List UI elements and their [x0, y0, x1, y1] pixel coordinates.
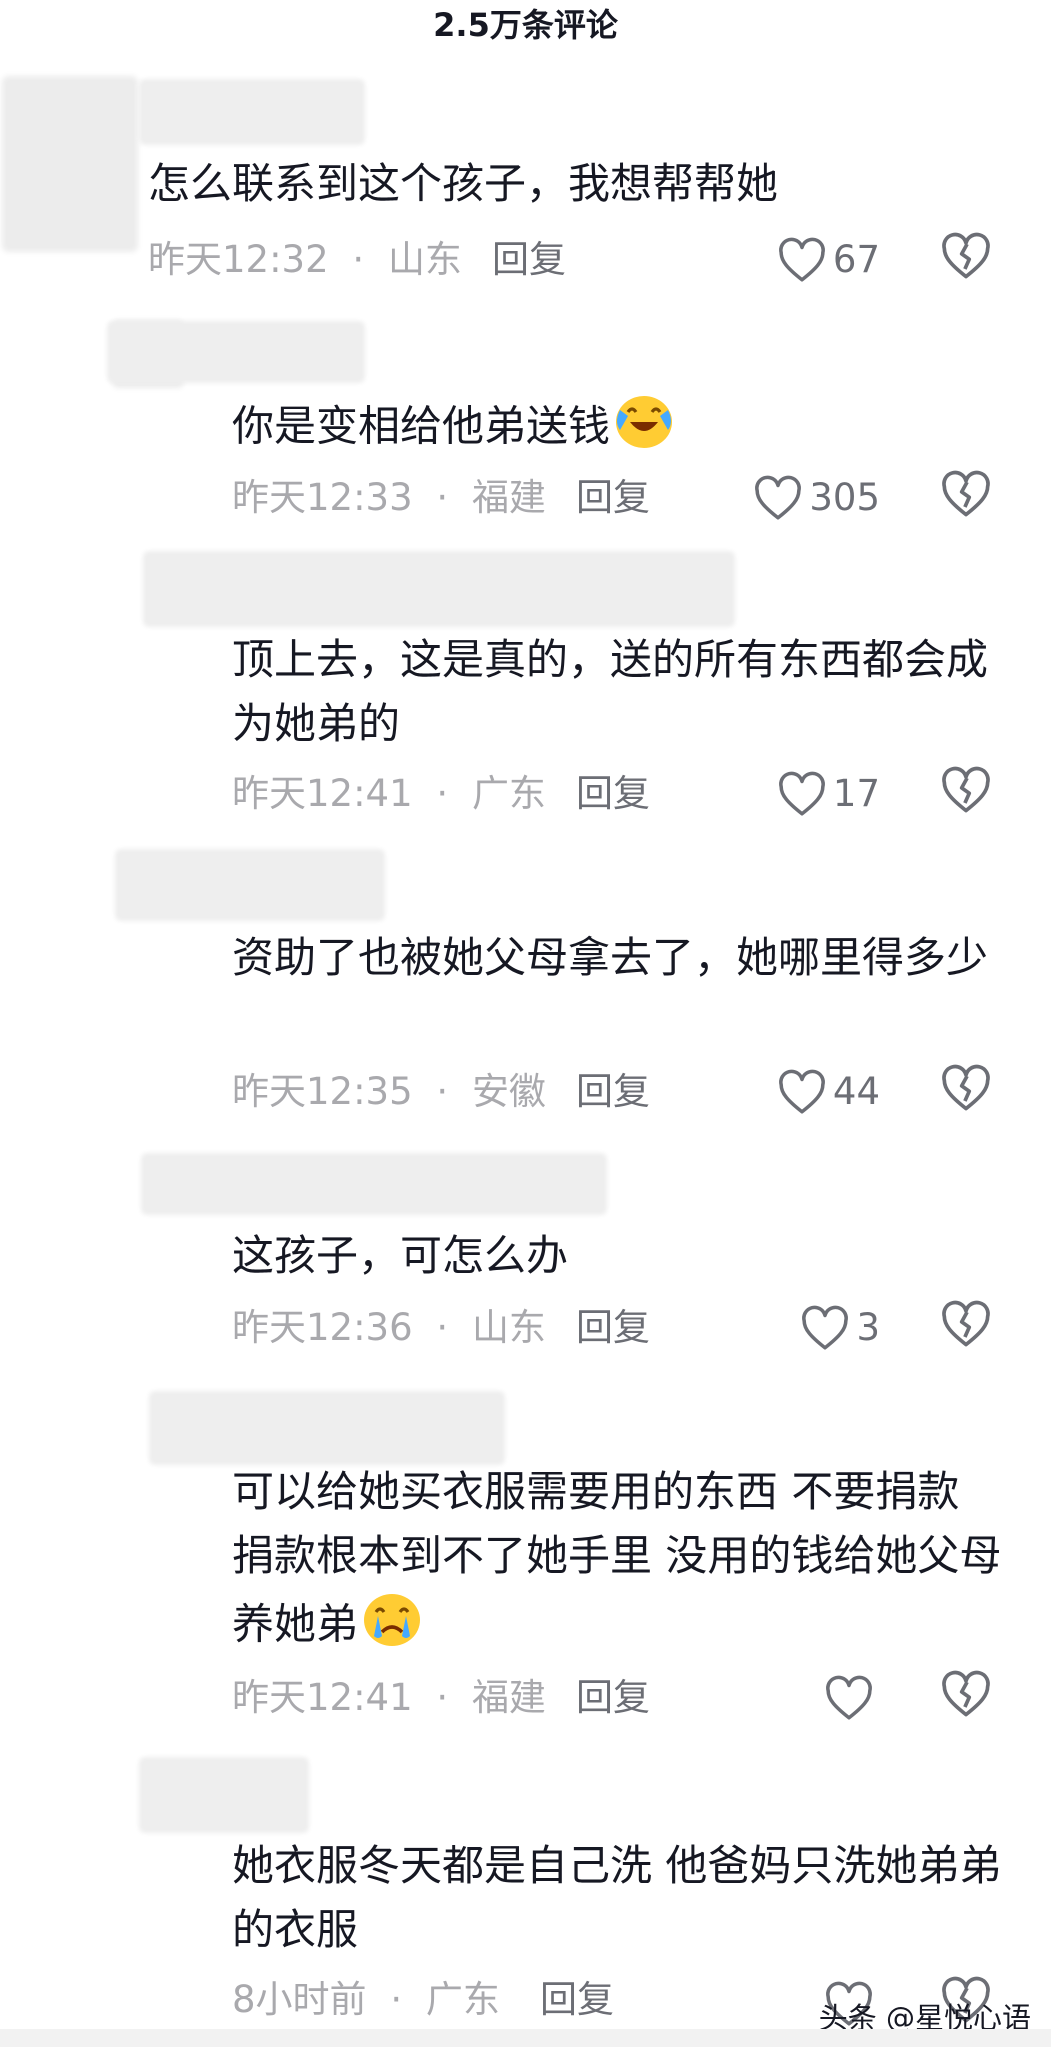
- comment-time: 昨天12:41: [232, 772, 413, 815]
- broken-heart-icon: [940, 1670, 992, 1722]
- reply-button[interactable]: 回复: [576, 1306, 650, 1350]
- like-button[interactable]: 305: [740, 468, 880, 528]
- reply-button[interactable]: 回复: [576, 1070, 650, 1114]
- reply-button[interactable]: 回复: [576, 772, 650, 816]
- comment-text: 她衣服冬天都是自己洗 他爸妈只洗她弟弟的衣服: [232, 1841, 1002, 1954]
- reply-button[interactable]: 回复: [492, 238, 566, 282]
- comment-text: 可以给她买衣服需要用的东西 不要捐款 捐款根本到不了她手里 没用的钱给她父母养她…: [232, 1460, 1002, 1666]
- like-button[interactable]: 3: [740, 1298, 880, 1358]
- reply-button[interactable]: 回复: [576, 476, 650, 520]
- comment-region: 广东: [471, 772, 546, 815]
- comment-text: 顶上去，这是真的，送的所有东西都会成为她弟的: [232, 635, 989, 748]
- comment-time: 昨天12:36: [232, 1306, 413, 1349]
- comment-meta: 昨天12:33 · 福建: [232, 476, 546, 520]
- like-count: 67: [832, 238, 880, 281]
- like-button[interactable]: 67: [740, 230, 880, 290]
- username[interactable]: [120, 854, 380, 916]
- comment-time: 昨天12:32: [148, 238, 329, 281]
- heart-icon: [800, 1305, 850, 1351]
- like-button[interactable]: [740, 1668, 880, 1728]
- comment-meta: 8小时前 · 广东: [232, 1978, 500, 2022]
- like-button[interactable]: 17: [740, 764, 880, 824]
- username[interactable]: [144, 1762, 304, 1828]
- dislike-button[interactable]: [940, 232, 996, 288]
- bottom-divider: [0, 2029, 1051, 2047]
- heart-icon: [777, 1069, 827, 1115]
- meta-separator: ·: [390, 1978, 403, 2021]
- like-button[interactable]: 44: [740, 1062, 880, 1122]
- like-count: 44: [832, 1070, 880, 1113]
- meta-separator: ·: [436, 1070, 449, 1113]
- heart-icon: [777, 237, 827, 283]
- comment-text: 你是变相给他弟送钱: [232, 390, 1012, 468]
- comment-text: 怎么联系到这个孩子，我想帮帮她: [148, 159, 779, 208]
- crying-emoji: [360, 1588, 424, 1666]
- reply-button[interactable]: 回复: [540, 1978, 614, 2022]
- comment-time: 昨天12:33: [232, 476, 413, 519]
- comment-time: 昨天12:35: [232, 1070, 413, 1113]
- username[interactable]: [154, 1396, 500, 1460]
- comment-region: 安徽: [471, 1070, 546, 1113]
- heart-icon: [824, 1675, 874, 1721]
- comment-region: 福建: [471, 476, 546, 519]
- meta-separator: ·: [436, 1306, 449, 1349]
- meta-separator: ·: [352, 238, 365, 281]
- broken-heart-icon: [940, 232, 992, 284]
- comment-text: 资助了也被她父母拿去了，她哪里得多少: [232, 933, 989, 982]
- comment-meta: 昨天12:41 · 广东: [232, 772, 546, 816]
- dislike-button[interactable]: [940, 1670, 996, 1726]
- dislike-button[interactable]: [940, 766, 996, 822]
- broken-heart-icon: [940, 1064, 992, 1116]
- broken-heart-icon: [940, 1300, 992, 1352]
- comment-region: 福建: [471, 1676, 546, 1719]
- comment-text: 这孩子，可怎么办: [232, 1231, 569, 1280]
- comment-meta: 昨天12:36 · 山东: [232, 1306, 546, 1350]
- broken-heart-icon: [940, 470, 992, 522]
- like-count: 3: [856, 1306, 880, 1349]
- comment-region: 山东: [471, 1306, 546, 1349]
- comment-time: 8小时前: [232, 1978, 367, 2021]
- avatar[interactable]: [8, 82, 132, 246]
- dislike-button[interactable]: [940, 1300, 996, 1356]
- crying-laughing-emoji: [612, 390, 676, 468]
- comment-time: 昨天12:41: [232, 1676, 413, 1719]
- meta-separator: ·: [436, 1676, 449, 1719]
- comment-meta: 昨天12:32 · 山东: [148, 238, 462, 282]
- comment-count-title: 2.5万条评论: [433, 6, 618, 44]
- like-count: 17: [832, 772, 880, 815]
- broken-heart-icon: [940, 766, 992, 818]
- username[interactable]: [148, 556, 730, 622]
- meta-separator: ·: [436, 476, 449, 519]
- username[interactable]: [112, 326, 360, 378]
- username[interactable]: [146, 1158, 602, 1210]
- meta-separator: ·: [436, 772, 449, 815]
- dislike-button[interactable]: [940, 470, 996, 526]
- dislike-button[interactable]: [940, 1064, 996, 1120]
- reply-button[interactable]: 回复: [576, 1676, 650, 1720]
- comment-region: 山东: [387, 238, 462, 281]
- comment-meta: 昨天12:41 · 福建: [232, 1676, 546, 1720]
- comment-meta: 昨天12:35 · 安徽: [232, 1070, 546, 1114]
- like-count: 305: [809, 476, 880, 519]
- heart-icon: [777, 771, 827, 817]
- username[interactable]: [144, 84, 360, 140]
- comment-region: 广东: [425, 1978, 500, 2021]
- heart-icon: [753, 475, 803, 521]
